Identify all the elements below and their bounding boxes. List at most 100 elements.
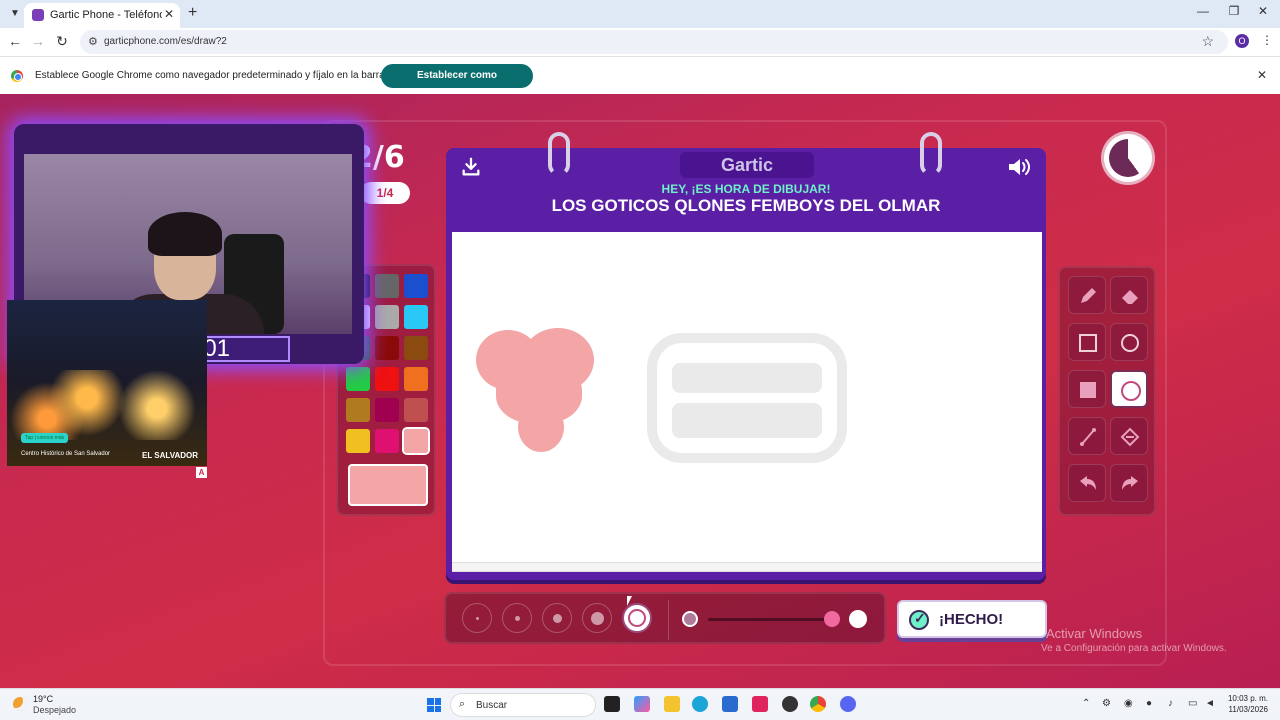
done-label: ¡HECHO! [939, 611, 1004, 628]
filled-rectangle-icon [1080, 382, 1096, 398]
tray-chevron-icon[interactable]: ⌃ [1082, 698, 1090, 709]
mouse-cursor-icon [627, 596, 632, 606]
rectangle-tool[interactable] [1068, 323, 1106, 361]
opacity-slider[interactable] [708, 618, 828, 621]
line-tool[interactable] [1068, 417, 1106, 455]
network-icon[interactable]: ▭ [1188, 698, 1197, 709]
store-icon[interactable] [722, 696, 738, 712]
redo-tool[interactable] [1110, 464, 1148, 502]
search-icon: ⌕ [459, 698, 466, 710]
file-explorer-icon[interactable] [664, 696, 680, 712]
color-swatch[interactable] [375, 367, 399, 391]
volume-icon[interactable] [1006, 156, 1032, 178]
volume-tray-icon[interactable]: ◄ [1205, 698, 1215, 709]
new-tab-icon[interactable]: + [188, 4, 197, 22]
done-button[interactable]: ¡HECHO! [897, 600, 1047, 638]
sub-round-pill: 1/4 [360, 182, 410, 204]
site-info-icon[interactable]: ⚙ [88, 35, 98, 48]
eraser-tool[interactable] [1110, 276, 1148, 314]
drawing-prompt: LOS GOTICOS QLONES FEMBOYS DEL OLMAR [551, 196, 941, 215]
menu-kebab-icon[interactable]: ⋮ [1261, 33, 1273, 47]
infobar-close-icon[interactable]: ✕ [1257, 68, 1267, 82]
color-swatch[interactable] [404, 336, 428, 360]
edge-icon[interactable] [692, 696, 708, 712]
drawing-board: Gartic HEY, ¡ES HORA DE DIBUJAR! LOS GOT… [446, 132, 1046, 580]
tray-app-icon[interactable]: ◉ [1124, 698, 1133, 709]
mini-video-badge: A [196, 467, 207, 478]
weather-temp[interactable]: 19°C [33, 694, 53, 704]
drawing-canvas[interactable] [452, 232, 1042, 566]
infobar-message: Establece Google Chrome como navegador p… [35, 70, 430, 81]
download-icon[interactable] [460, 156, 482, 178]
clock-time[interactable]: 10:03 p. m. [1226, 694, 1268, 703]
divider [668, 600, 669, 640]
color-swatch[interactable] [404, 367, 428, 391]
tab-search-icon[interactable]: ▼ [6, 5, 24, 23]
copilot-icon[interactable] [634, 696, 650, 712]
discord-icon[interactable] [840, 696, 856, 712]
size-dot [515, 616, 520, 621]
bookmark-star-icon[interactable]: ☆ [1201, 33, 1214, 50]
brush-size-3[interactable] [542, 603, 572, 633]
clock-date[interactable]: 11/03/2026 [1226, 705, 1268, 714]
ellipse-tool[interactable] [1110, 323, 1148, 361]
pencil-tool[interactable] [1068, 276, 1106, 314]
el-salvador-video: Tap | conoce más Centro Histórico de San… [7, 300, 207, 466]
url-text[interactable]: garticphone.com/es/draw?2 [104, 36, 227, 47]
brush-size-1[interactable] [462, 603, 492, 633]
color-swatch[interactable] [402, 427, 430, 455]
task-view-icon[interactable] [604, 696, 620, 712]
tray-app-icon[interactable]: ⚙ [1102, 698, 1111, 709]
minimize-icon[interactable]: — [1193, 4, 1213, 18]
opacity-max-icon [849, 610, 867, 628]
canvas-bottom-edge [452, 562, 1042, 572]
brush-size-2[interactable] [502, 603, 532, 633]
taskbar: 19°C Despejado ⌕ Buscar ⌃ ⚙ ◉ ● ♪ ▭ ◄ 10… [0, 688, 1280, 720]
obs-icon[interactable] [782, 696, 798, 712]
filled-rectangle-tool[interactable] [1068, 370, 1106, 408]
profile-avatar[interactable]: O [1235, 34, 1249, 48]
color-swatch[interactable] [346, 398, 370, 422]
back-icon[interactable]: ← [6, 33, 24, 49]
reload-icon[interactable]: ↻ [53, 33, 71, 50]
opacity-min-icon [682, 611, 698, 627]
color-swatch[interactable] [375, 305, 399, 329]
windows-start-icon[interactable] [427, 698, 441, 712]
color-swatch[interactable] [404, 274, 428, 298]
microphone-icon[interactable]: ♪ [1168, 698, 1173, 709]
chrome-taskbar-icon[interactable] [810, 696, 826, 712]
brush-size-4[interactable] [582, 603, 612, 633]
address-bar[interactable]: ⚙ garticphone.com/es/draw?2 ☆ [80, 30, 1228, 54]
color-swatch[interactable] [346, 429, 370, 453]
set-default-button[interactable]: Establecer como predeterminado [381, 64, 533, 105]
tab-gartic[interactable]: Gartic Phone - Teléfono Descon ✕ [24, 3, 180, 28]
tiktok-icon[interactable] [752, 696, 768, 712]
window-close-icon[interactable]: ✕ [1253, 4, 1273, 18]
color-swatch[interactable] [346, 367, 370, 391]
color-swatch[interactable] [404, 398, 428, 422]
size-dot [476, 617, 479, 620]
weather-desc[interactable]: Despejado [33, 705, 76, 715]
undo-tool[interactable] [1068, 464, 1106, 502]
restore-icon[interactable]: ❐ [1224, 4, 1244, 18]
undo-icon [1080, 476, 1096, 490]
weather-moon-icon[interactable] [13, 697, 27, 711]
tab-close-icon[interactable]: ✕ [164, 7, 174, 21]
color-swatch[interactable] [375, 398, 399, 422]
tray-app-icon[interactable]: ● [1146, 698, 1152, 709]
search-placeholder: Buscar [476, 700, 508, 711]
taskbar-search[interactable]: ⌕ Buscar [450, 693, 596, 717]
filled-ellipse-tool[interactable] [1110, 370, 1148, 408]
eraser-icon [1122, 290, 1138, 304]
color-swatch[interactable] [375, 274, 399, 298]
color-swatch[interactable] [375, 429, 399, 453]
tab-bar: ▼ Gartic Phone - Teléfono Descon ✕ + — ❐… [0, 0, 1280, 28]
game-area: 2/6 1/4 Gartic HEY, ¡ES HORA DE DIBUJAR!… [0, 94, 1280, 688]
brush-size-5[interactable] [622, 603, 652, 633]
bucket-tool[interactable] [1110, 417, 1148, 455]
color-swatch[interactable] [375, 336, 399, 360]
color-swatch[interactable] [404, 305, 428, 329]
opacity-slider-handle[interactable] [824, 611, 840, 627]
size-dot [628, 609, 646, 627]
forward-icon[interactable]: → [29, 33, 47, 49]
